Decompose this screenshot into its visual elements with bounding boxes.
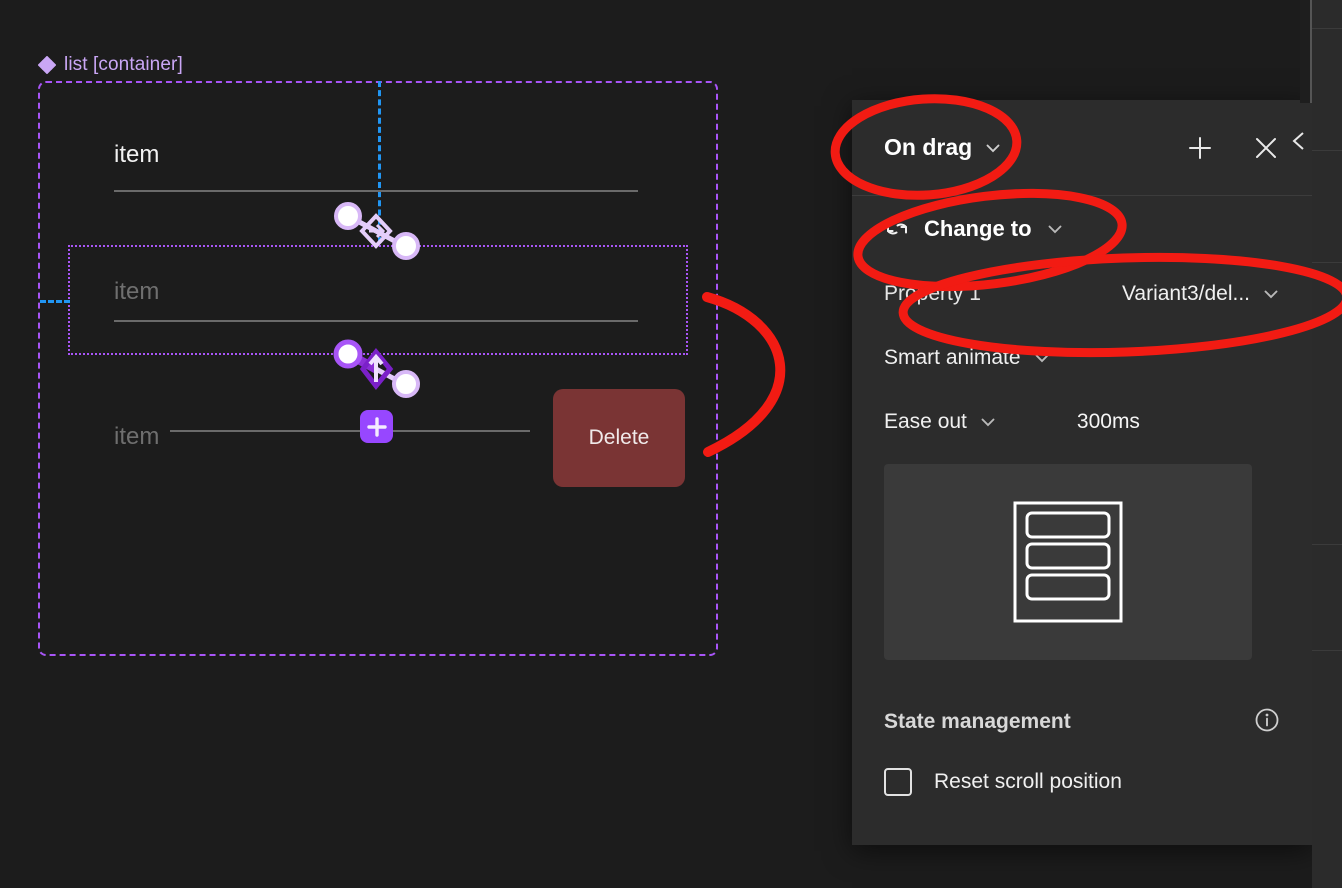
trigger-label[interactable]: On drag [884, 134, 972, 161]
list-item-divider-2 [114, 320, 638, 322]
property-value-text: Variant3/del... [1121, 282, 1250, 305]
interaction-details-panel: On drag Change to Property 1 Variant3/de… [852, 100, 1312, 845]
list-item-label-2[interactable]: item [114, 280, 159, 304]
app-root: list [container] item item item Delete O… [0, 0, 1342, 888]
action-label: Change to [924, 216, 1032, 241]
change-to-swap-icon [887, 223, 907, 235]
add-item-button[interactable] [360, 410, 393, 443]
panel-body: Change to Property 1 Variant3/del... Sma… [852, 196, 1312, 796]
animation-type-label: Smart animate [884, 346, 1021, 369]
delete-button[interactable]: Delete [553, 389, 685, 487]
chevron-down-icon [1264, 290, 1278, 299]
duration-value[interactable]: 300ms [1077, 410, 1140, 434]
chevron-down-icon[interactable] [1046, 220, 1064, 238]
easing-row[interactable]: Ease out 300ms [884, 390, 1280, 454]
property-row[interactable]: Property 1 Variant3/del... [884, 262, 1280, 326]
list-item-label-1[interactable]: item [114, 143, 159, 167]
close-panel-button[interactable] [1252, 134, 1280, 162]
list-item-divider-1 [114, 190, 638, 192]
sidebar-section-divider-5 [1312, 650, 1342, 651]
collapse-panel-icon[interactable] [1286, 128, 1312, 154]
reset-scroll-position-row[interactable]: Reset scroll position [884, 768, 1280, 796]
list-frame-preview-icon [1013, 501, 1123, 623]
info-icon [1255, 708, 1279, 731]
chevron-down-icon[interactable] [984, 139, 1002, 157]
list-item-label-3[interactable]: item [114, 425, 159, 449]
state-management-info-button[interactable] [1254, 707, 1280, 738]
panel-header-actions [1186, 134, 1280, 162]
container-label[interactable]: list [container] [38, 54, 183, 76]
reset-scroll-position-label: Reset scroll position [934, 770, 1122, 793]
panel-header: On drag [852, 100, 1312, 196]
list-item-divider-3 [170, 430, 530, 432]
easing-label: Ease out [884, 410, 967, 433]
close-icon [1256, 137, 1276, 158]
animation-preview[interactable] [884, 464, 1252, 660]
property-name: Property 1 [884, 282, 981, 305]
right-sidebar-fragment[interactable] [1312, 0, 1342, 888]
sidebar-section-divider-1 [1312, 28, 1342, 29]
component-diamond-icon [38, 56, 56, 74]
alignment-guide-horizontal [40, 300, 70, 303]
state-management-title: State management [884, 710, 1071, 733]
plus-icon [366, 416, 387, 437]
interaction-connector-icon-2[interactable] [330, 338, 422, 400]
container-label-text: list [container] [64, 54, 183, 75]
delete-button-label: Delete [588, 426, 650, 449]
reset-scroll-position-checkbox[interactable] [884, 768, 912, 796]
action-row[interactable]: Change to [884, 196, 1280, 262]
plus-icon [1189, 136, 1211, 159]
sidebar-section-divider-2 [1312, 150, 1342, 151]
sidebar-section-divider-3 [1312, 262, 1342, 263]
add-interaction-button[interactable] [1186, 134, 1214, 162]
animation-type-row[interactable]: Smart animate [884, 326, 1280, 390]
interaction-connector-icon[interactable] [330, 200, 422, 262]
chevron-down-icon[interactable] [979, 413, 997, 431]
property-value-select[interactable]: Variant3/del... [1122, 282, 1280, 306]
chevron-down-icon[interactable] [1033, 349, 1051, 367]
state-management-header: State management [884, 706, 1280, 738]
sidebar-section-divider-4 [1312, 544, 1342, 545]
